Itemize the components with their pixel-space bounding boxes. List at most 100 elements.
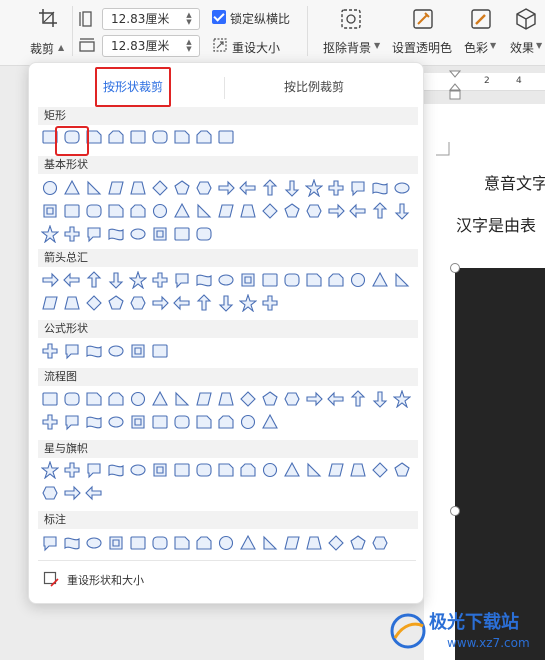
- document-text-line[interactable]: 意音文字: [484, 170, 545, 194]
- shape-option[interactable]: [129, 342, 147, 360]
- shape-option[interactable]: [151, 342, 169, 360]
- shape-option[interactable]: [129, 179, 147, 197]
- shape-option[interactable]: [371, 390, 389, 408]
- shape-option[interactable]: [151, 294, 169, 312]
- shape-option[interactable]: [41, 461, 59, 479]
- shape-option[interactable]: [217, 271, 235, 289]
- shape-option[interactable]: [85, 342, 103, 360]
- shape-option[interactable]: [327, 534, 345, 552]
- shape-option[interactable]: [107, 413, 125, 431]
- crop-button[interactable]: 裁剪: [30, 40, 54, 57]
- shape-option[interactable]: [239, 202, 257, 220]
- shape-option[interactable]: [195, 271, 213, 289]
- shape-option[interactable]: [85, 202, 103, 220]
- shape-option[interactable]: [41, 390, 59, 408]
- shape-option[interactable]: [173, 390, 191, 408]
- shape-option[interactable]: [63, 461, 81, 479]
- shape-option[interactable]: [85, 225, 103, 243]
- shape-option[interactable]: [173, 294, 191, 312]
- shape-option[interactable]: [195, 128, 213, 146]
- shape-option[interactable]: [151, 461, 169, 479]
- shape-option[interactable]: [327, 271, 345, 289]
- shape-option[interactable]: [41, 271, 59, 289]
- shape-option[interactable]: [195, 225, 213, 243]
- shape-option[interactable]: [217, 534, 235, 552]
- shape-option[interactable]: [327, 202, 345, 220]
- shape-option[interactable]: [261, 534, 279, 552]
- shape-option[interactable]: [85, 413, 103, 431]
- shape-option[interactable]: [173, 179, 191, 197]
- shape-option[interactable]: [283, 534, 301, 552]
- shape-option[interactable]: [305, 534, 323, 552]
- shape-option[interactable]: [129, 461, 147, 479]
- resize-handle[interactable]: [450, 506, 460, 516]
- shape-option[interactable]: [239, 390, 257, 408]
- shape-option[interactable]: [261, 413, 279, 431]
- shape-option[interactable]: [129, 534, 147, 552]
- shape-option[interactable]: [85, 534, 103, 552]
- shape-option[interactable]: [305, 390, 323, 408]
- remove-background-icon[interactable]: [340, 8, 362, 30]
- shape-option[interactable]: [41, 342, 59, 360]
- height-spinner-icon[interactable]: ▲ ▼: [184, 12, 194, 26]
- shape-option[interactable]: [261, 202, 279, 220]
- shape-option[interactable]: [107, 534, 125, 552]
- shape-option[interactable]: [371, 179, 389, 197]
- shape-option[interactable]: [327, 179, 345, 197]
- crop-icon[interactable]: [38, 8, 58, 28]
- shape-option[interactable]: [173, 128, 191, 146]
- shape-option[interactable]: [195, 390, 213, 408]
- reset-shape-size-button[interactable]: 重设形状和大小: [43, 571, 144, 587]
- set-transparent-color-icon[interactable]: [412, 8, 434, 30]
- shape-option[interactable]: [41, 225, 59, 243]
- shape-option[interactable]: [305, 271, 323, 289]
- shape-option[interactable]: [129, 294, 147, 312]
- shape-option[interactable]: [393, 271, 411, 289]
- shape-option[interactable]: [63, 342, 81, 360]
- shape-option[interactable]: [327, 390, 345, 408]
- shape-option[interactable]: [41, 294, 59, 312]
- resize-handle[interactable]: [450, 263, 460, 273]
- reset-size-button[interactable]: 重设大小: [232, 39, 280, 56]
- shape-option[interactable]: [129, 128, 147, 146]
- document-text-line[interactable]: 汉字是由表: [456, 212, 545, 236]
- shape-option[interactable]: [63, 484, 81, 502]
- shape-option[interactable]: [195, 461, 213, 479]
- shape-option[interactable]: [239, 271, 257, 289]
- color-dropdown-arrow-icon[interactable]: ▼: [490, 41, 496, 50]
- shape-option[interactable]: [349, 179, 367, 197]
- shape-option[interactable]: [151, 534, 169, 552]
- shape-option[interactable]: [107, 390, 125, 408]
- shape-option[interactable]: [217, 294, 235, 312]
- shape-option[interactable]: [107, 461, 125, 479]
- shape-option[interactable]: [107, 271, 125, 289]
- shape-option[interactable]: [129, 390, 147, 408]
- shape-option[interactable]: [129, 225, 147, 243]
- shape-option[interactable]: [85, 484, 103, 502]
- shape-option[interactable]: [261, 390, 279, 408]
- shape-option[interactable]: [173, 271, 191, 289]
- shape-option[interactable]: [195, 202, 213, 220]
- shape-option[interactable]: [393, 461, 411, 479]
- shape-option[interactable]: [283, 271, 301, 289]
- shape-option[interactable]: [261, 461, 279, 479]
- shape-option[interactable]: [217, 202, 235, 220]
- shape-option[interactable]: [195, 179, 213, 197]
- shape-option[interactable]: [151, 202, 169, 220]
- shape-option[interactable]: [129, 271, 147, 289]
- shape-option[interactable]: [85, 461, 103, 479]
- shape-option[interactable]: [217, 390, 235, 408]
- shape-option[interactable]: [173, 202, 191, 220]
- shape-option[interactable]: [283, 179, 301, 197]
- tab-crop-by-ratio[interactable]: 按比例裁剪: [239, 67, 389, 107]
- shape-option[interactable]: [41, 202, 59, 220]
- shape-option[interactable]: [107, 294, 125, 312]
- indent-marker-icon[interactable]: [449, 70, 461, 102]
- shape-option[interactable]: [239, 534, 257, 552]
- shape-option[interactable]: [239, 294, 257, 312]
- shape-option[interactable]: [195, 413, 213, 431]
- shape-option[interactable]: [41, 413, 59, 431]
- shape-option[interactable]: [85, 271, 103, 289]
- set-transparent-color-button[interactable]: 设置透明色: [392, 39, 452, 56]
- shape-option[interactable]: [195, 294, 213, 312]
